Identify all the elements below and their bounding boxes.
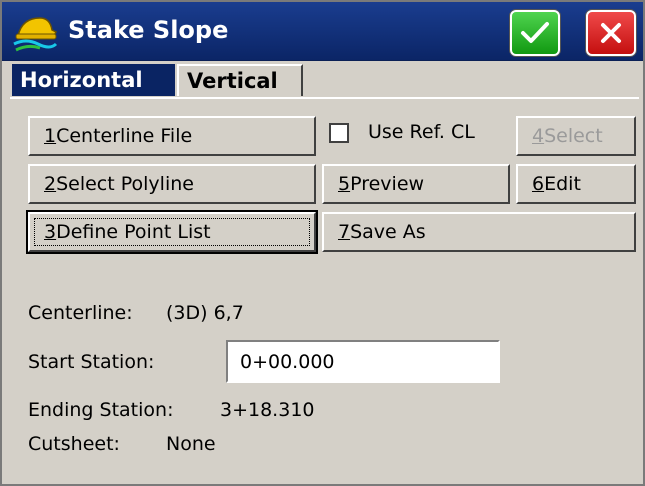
- tab-horizontal[interactable]: Horizontal: [12, 64, 175, 96]
- edit-button[interactable]: 6 Edit: [516, 164, 636, 204]
- save-as-button[interactable]: 7 Save As: [322, 212, 636, 252]
- select-button[interactable]: 4 Select: [516, 116, 636, 156]
- centerline-file-button[interactable]: 1 Centerline File: [28, 116, 316, 156]
- cutsheet-label: Cutsheet:: [28, 433, 120, 455]
- use-ref-cl-checkbox[interactable]: [329, 123, 349, 143]
- stake-slope-dialog: Stake Slope Horizontal Vertical 1 Center…: [0, 0, 645, 486]
- tab-divider: [10, 97, 639, 99]
- close-icon: [601, 23, 621, 43]
- ending-station-label: Ending Station:: [28, 399, 174, 421]
- start-station-input[interactable]: [226, 340, 500, 383]
- ending-station-value: 3+18.310: [220, 399, 315, 421]
- ok-button[interactable]: [510, 10, 560, 56]
- title-bar: Stake Slope: [2, 2, 643, 61]
- cutsheet-value: None: [166, 433, 216, 455]
- define-point-list-button[interactable]: 3 Define Point List: [26, 210, 318, 254]
- centerline-label: Centerline:: [28, 302, 133, 324]
- preview-button[interactable]: 5 Preview: [322, 164, 510, 204]
- tab-vertical[interactable]: Vertical: [177, 64, 303, 96]
- use-ref-cl-label: Use Ref. CL: [368, 121, 475, 143]
- start-station-label: Start Station:: [28, 351, 155, 373]
- centerline-value: (3D) 6,7: [166, 302, 244, 324]
- focus-indicator: [34, 218, 310, 246]
- select-polyline-button[interactable]: 2 Select Polyline: [28, 164, 316, 204]
- close-button[interactable]: [586, 10, 636, 56]
- window-title: Stake Slope: [68, 16, 229, 44]
- app-logo-icon: [13, 17, 58, 52]
- check-icon: [521, 22, 549, 43]
